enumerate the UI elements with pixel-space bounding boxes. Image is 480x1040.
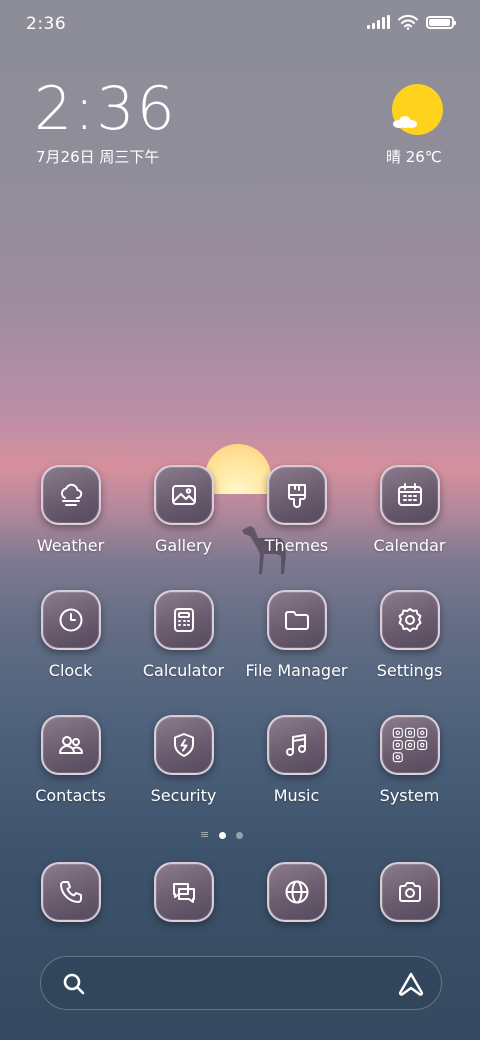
status-time: 2:36	[26, 14, 67, 34]
signal-icon	[367, 15, 390, 29]
gear-icon	[379, 590, 440, 650]
app-security[interactable]: Security	[127, 715, 240, 805]
app-file-manager[interactable]: File Manager	[240, 590, 353, 680]
app-weather[interactable]: Weather	[14, 465, 127, 555]
themes-icon	[266, 465, 327, 525]
app-label: Themes	[264, 536, 329, 555]
app-label: Calculator	[142, 661, 225, 680]
app-label: System	[379, 786, 440, 805]
page-list-icon[interactable]: ≡	[200, 829, 209, 840]
clock-icon	[40, 590, 101, 650]
cloud-icon	[393, 116, 417, 128]
app-label: Settings	[376, 661, 443, 680]
app-calculator[interactable]: Calculator	[127, 590, 240, 680]
app-settings[interactable]: Settings	[353, 590, 466, 680]
widget-weather: 晴 26℃	[386, 148, 442, 166]
search-bar[interactable]	[40, 956, 442, 1010]
app-music[interactable]: Music	[240, 715, 353, 805]
widget-date: 7月26日 周三下午	[36, 148, 160, 166]
assistant-icon[interactable]	[397, 971, 425, 997]
contacts-icon	[40, 715, 101, 775]
app-system-folder[interactable]: System	[353, 715, 466, 805]
app-clock[interactable]: Clock	[14, 590, 127, 680]
page-indicator[interactable]: ≡	[200, 829, 244, 840]
shield-icon	[153, 715, 214, 775]
app-label: Contacts	[35, 786, 106, 805]
phone-icon	[40, 862, 101, 922]
folder-system-icon	[379, 715, 440, 775]
music-icon	[266, 715, 327, 775]
calculator-icon	[153, 590, 214, 650]
calendar-icon	[379, 465, 440, 525]
dock-camera[interactable]	[353, 862, 466, 922]
widget-clock[interactable]: 2:36	[34, 74, 177, 144]
dock-messages[interactable]	[127, 862, 240, 922]
app-themes[interactable]: Themes	[240, 465, 353, 555]
browser-icon	[266, 862, 327, 922]
app-label: Gallery	[155, 536, 212, 555]
dock-phone[interactable]	[14, 862, 127, 922]
app-label: Weather	[36, 536, 105, 555]
weather-icon	[40, 465, 101, 525]
page-dot-active[interactable]	[219, 831, 227, 839]
app-label: Music	[273, 786, 320, 805]
app-label: File Manager	[245, 661, 348, 680]
app-label: Security	[150, 786, 217, 805]
folder-icon	[266, 590, 327, 650]
status-bar: 2:36	[0, 0, 480, 50]
dock-browser[interactable]	[240, 862, 353, 922]
search-icon[interactable]	[61, 971, 87, 997]
app-contacts[interactable]: Contacts	[14, 715, 127, 805]
battery-icon	[426, 15, 456, 29]
wifi-icon	[398, 14, 418, 30]
app-gallery[interactable]: Gallery	[127, 465, 240, 555]
messages-icon	[153, 862, 214, 922]
camera-icon	[379, 862, 440, 922]
page-dot[interactable]	[236, 831, 244, 839]
app-label: Calendar	[373, 536, 446, 555]
app-calendar[interactable]: Calendar	[353, 465, 466, 555]
app-label: Clock	[48, 661, 93, 680]
gallery-icon	[153, 465, 214, 525]
